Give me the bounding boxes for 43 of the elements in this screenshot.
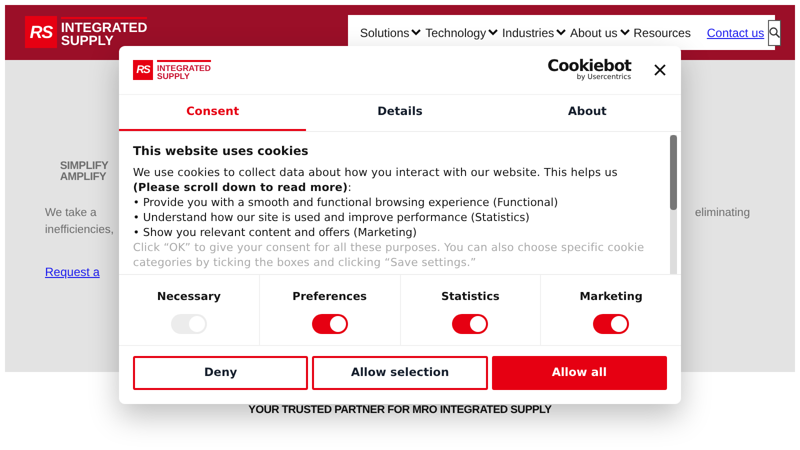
toggle-switch[interactable] bbox=[593, 314, 630, 334]
search-icon bbox=[769, 27, 780, 38]
tab[interactable]: About bbox=[494, 94, 681, 131]
consultation-link[interactable]: Request a bbox=[45, 263, 100, 281]
category-label: Preferences bbox=[292, 289, 367, 306]
logo-mark: RS bbox=[25, 16, 57, 48]
bullet-text: • Understand how our site is used and improve performance (Statistics) bbox=[133, 210, 531, 225]
dialog-button[interactable]: Allow all bbox=[492, 356, 667, 390]
brand-name: Cookiebot bbox=[547, 58, 631, 74]
section-heading: YOUR TRUSTED PARTNER FOR MRO INTEGRATED SUPPLY bbox=[248, 403, 552, 418]
hero-paragraph: We take a inefficiencies, bbox=[45, 206, 114, 238]
contact-link[interactable]: Contact us bbox=[706, 24, 764, 42]
logo-text: SUPPLY bbox=[157, 72, 190, 80]
category-label: Marketing bbox=[580, 289, 643, 306]
search-button[interactable] bbox=[768, 20, 782, 46]
hero-heading: SIMPLIFY AMPLIFY bbox=[60, 161, 108, 183]
scrollbar[interactable] bbox=[670, 134, 677, 274]
toggle-switch[interactable] bbox=[312, 314, 348, 334]
close-button[interactable] bbox=[653, 62, 667, 77]
body-title: This website uses cookies bbox=[133, 144, 310, 159]
nav-item[interactable]: Solutions bbox=[360, 24, 422, 42]
category-label: Statistics bbox=[441, 289, 500, 306]
logo-mark: RS bbox=[133, 60, 153, 80]
tab[interactable]: Consent bbox=[119, 94, 306, 131]
tab[interactable]: Details bbox=[306, 94, 494, 131]
scrollbar-thumb[interactable] bbox=[670, 134, 677, 210]
category-label: Necessary bbox=[156, 289, 221, 306]
bullet-text: • Show you relevant content and offers (Marketing) bbox=[133, 224, 418, 240]
dialog-button[interactable]: Allow selection bbox=[312, 356, 488, 390]
nav-item[interactable]: About us bbox=[570, 24, 630, 42]
nav-item[interactable]: Technology bbox=[425, 24, 498, 42]
logo-text: SUPPLY bbox=[61, 34, 115, 48]
logo-text: INTEGRATED bbox=[157, 64, 211, 72]
intro-text: We use cookies to collect data about how you interact with our website. This helps us (Please scroll down to read more): bbox=[133, 164, 619, 195]
faded-text: Click “OK” to give your consent for all these purposes. You can also choose specific cookie categories by ticking the boxes and clicking “Save settings.” bbox=[133, 240, 646, 270]
logo-text: INTEGRATED bbox=[61, 20, 148, 34]
toggle-switch[interactable] bbox=[452, 314, 488, 334]
close-icon bbox=[654, 64, 666, 76]
hero-paragraph: eliminating bbox=[695, 206, 750, 221]
nav-item[interactable]: Industries bbox=[502, 24, 566, 42]
bullet-text: • Provide you with a smooth and functional browsing experience (Functional) bbox=[133, 194, 559, 210]
nav-item[interactable]: Resources bbox=[634, 24, 691, 42]
dialog-button[interactable]: Deny bbox=[133, 356, 308, 390]
